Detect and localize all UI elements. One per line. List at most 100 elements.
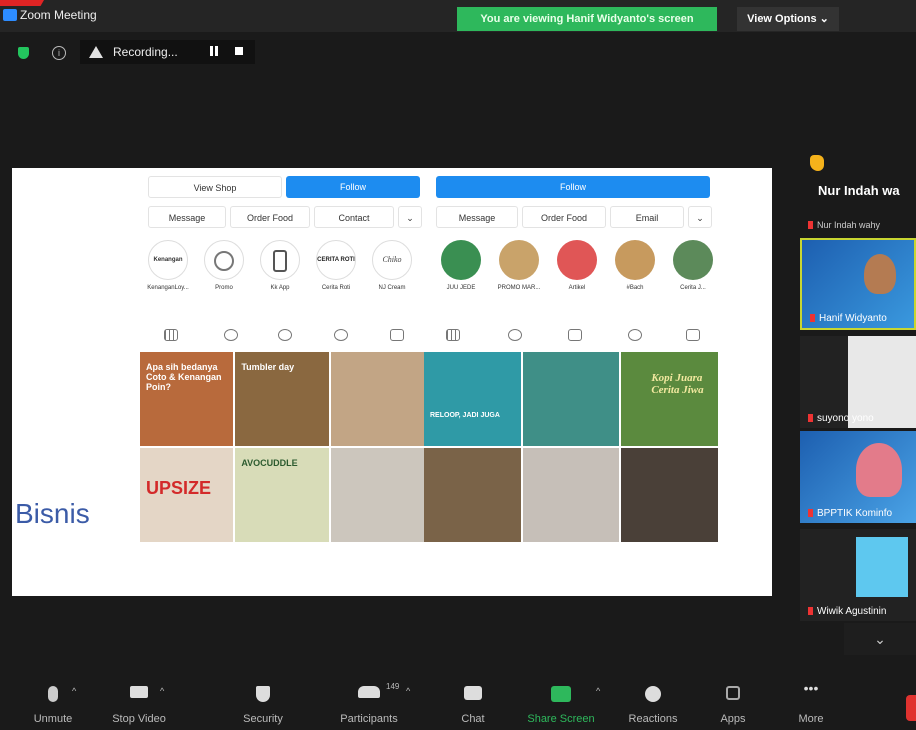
post-cell[interactable] (621, 448, 718, 542)
more-button-right[interactable]: ⌄ (688, 206, 712, 228)
contact-button[interactable]: Contact (314, 206, 394, 228)
video-tile-bpptik[interactable]: BPPTIK Kominfo (800, 431, 916, 523)
participant-name-row: Nur Indah wahy (808, 220, 880, 230)
highlight-promo[interactable]: Promo (198, 240, 250, 291)
security-button[interactable]: Security (218, 672, 308, 730)
follow-button-left[interactable]: Follow (286, 176, 420, 198)
pause-recording-button[interactable] (209, 46, 219, 56)
chevron-up-icon[interactable]: ^ (596, 686, 600, 696)
highlight-artikel[interactable]: Artikel (548, 240, 606, 291)
post-cell[interactable] (522, 352, 620, 446)
highlight-bach[interactable]: #Bach (606, 240, 664, 291)
post-cell[interactable]: AVOCUDDLE (235, 448, 329, 542)
participant-face (856, 443, 902, 497)
viewing-screen-banner: You are viewing Hanif Widyanto's screen (457, 7, 717, 31)
video-tile-hanif[interactable]: Hanif Widyanto (800, 238, 916, 330)
posts-grid-icon[interactable] (446, 329, 460, 341)
post-cell[interactable]: RELOOP, JADI JUGA (424, 352, 521, 446)
highlight-cerita-roti[interactable]: CERITA ROTI Cerita Roti (310, 240, 362, 291)
view-options-button[interactable]: View Options ⌄ (737, 7, 839, 31)
recording-label: Recording... (113, 45, 178, 59)
reactions-button[interactable]: Reactions (608, 672, 698, 730)
cloud-recording-icon (89, 46, 103, 58)
video-camera-icon (130, 686, 148, 698)
meeting-toolbar: ^ Unmute ^ Stop Video Security 149 ^ Par… (0, 672, 916, 730)
unmute-button[interactable]: ^ Unmute (8, 672, 98, 730)
share-screen-button[interactable]: ^ Share Screen (516, 672, 606, 730)
post-cell[interactable]: Apa sih bedanya Coto & Kenangan Poin? (140, 352, 234, 446)
message-button-right[interactable]: Message (436, 206, 518, 228)
chat-bubble-icon (464, 686, 482, 700)
stop-recording-button[interactable] (235, 47, 243, 55)
video-tile-wiwik[interactable]: Wiwik Agustinin (800, 529, 916, 621)
participants-count: 149 (386, 682, 400, 691)
window-titlebar: Zoom Meeting You are viewing Hanif Widya… (0, 0, 916, 32)
highlight-juu-jede[interactable]: JUU JEDE (432, 240, 490, 291)
post-cell[interactable]: Kopi Juara Cerita Jiwa (621, 352, 718, 446)
slide-caption: Bisnis (15, 498, 90, 529)
post-cell[interactable]: UPSIZE (140, 448, 234, 542)
highlight-nj-cream[interactable]: Chiko NJ Cream (366, 240, 418, 291)
apps-icon (726, 686, 740, 700)
participant-sidebar: Nur Indah wa Nur Indah wahy Hanif Widyan… (800, 145, 916, 665)
stop-video-button[interactable]: ^ Stop Video (94, 672, 184, 730)
reels-icon[interactable] (224, 329, 238, 341)
window-title: Zoom Meeting (20, 8, 97, 22)
meeting-status-bar: i Recording... (0, 38, 300, 66)
participants-button[interactable]: 149 ^ Participants (324, 672, 414, 730)
chevron-up-icon[interactable]: ^ (160, 686, 164, 696)
post-cell[interactable]: Tumbler day (235, 352, 329, 446)
smile-icon[interactable] (334, 329, 348, 341)
reels-icon[interactable] (508, 329, 522, 341)
post-cell[interactable] (522, 448, 620, 542)
post-cell[interactable] (330, 352, 424, 446)
message-button-left[interactable]: Message (148, 206, 226, 228)
info-icon[interactable]: i (52, 46, 66, 60)
chiko-logo: Chiko (372, 240, 412, 280)
more-dots-icon: ••• (803, 680, 819, 696)
follow-button-right[interactable]: Follow (436, 176, 710, 198)
tag-icon (214, 251, 234, 271)
red-corner-mark (0, 0, 44, 6)
right-highlights: JUU JEDE PROMO MAR... Artikel #Bach Ceri… (432, 240, 722, 310)
more-button[interactable]: ••• More (766, 672, 856, 730)
cerita-roti-logo: CERITA ROTI (316, 240, 356, 280)
zoom-app-icon (3, 9, 17, 21)
shared-screen: View Shop Follow Message Order Food Cont… (12, 168, 772, 596)
posts-grid-icon[interactable] (164, 329, 178, 341)
email-button[interactable]: Email (610, 206, 684, 228)
right-profile-tabs (432, 329, 722, 349)
view-shop-button[interactable]: View Shop (148, 176, 282, 198)
highlight-promo-mar[interactable]: PROMO MAR... (490, 240, 548, 291)
recording-indicator: Recording... (80, 40, 255, 64)
scroll-down-chevron-icon[interactable]: ⌄ (844, 623, 916, 655)
encryption-shield-icon[interactable] (18, 47, 29, 59)
end-meeting-button[interactable] (906, 695, 916, 721)
left-profile-tabs (140, 329, 424, 349)
highlight-cerita-j[interactable]: Cerita J... (664, 240, 722, 291)
kenangan-logo: Kenangan (148, 240, 188, 280)
chat-button[interactable]: Chat (428, 672, 518, 730)
post-cell[interactable] (330, 448, 424, 542)
highlight-kk-app[interactable]: Kk App (254, 240, 306, 291)
order-food-button-left[interactable]: Order Food (230, 206, 310, 228)
post-cell[interactable] (424, 448, 521, 542)
tagged-icon[interactable] (390, 329, 404, 341)
smile-icon[interactable] (628, 329, 642, 341)
highlight-kenangan[interactable]: Kenangan KenanganLoy... (142, 240, 194, 291)
participant-face (864, 254, 896, 294)
tagged-icon[interactable] (686, 329, 700, 341)
raised-hand-name: Nur Indah wa (818, 183, 900, 198)
left-post-grid: Apa sih bedanya Coto & Kenangan Poin? Tu… (140, 352, 424, 542)
guides-icon[interactable] (278, 329, 292, 341)
igtv-icon[interactable] (568, 329, 582, 341)
chevron-up-icon[interactable]: ^ (406, 686, 410, 696)
video-tile-suyono[interactable]: suyono yono (800, 336, 916, 428)
apps-button[interactable]: Apps (688, 672, 778, 730)
chevron-up-icon[interactable]: ^ (72, 686, 76, 696)
raised-hand-icon (810, 155, 824, 171)
order-food-button-right[interactable]: Order Food (522, 206, 606, 228)
left-instagram-profile: View Shop Follow Message Order Food Cont… (140, 176, 424, 542)
more-button-left[interactable]: ⌄ (398, 206, 422, 228)
participants-icon (358, 686, 380, 698)
